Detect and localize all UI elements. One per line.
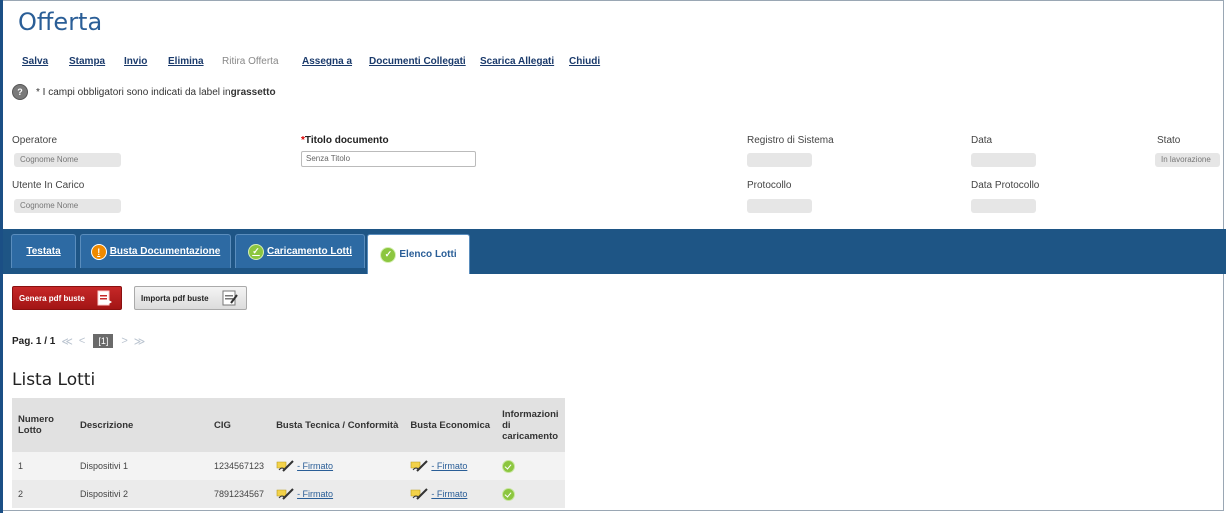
status-ok-icon[interactable]	[502, 459, 516, 473]
table-row: 2 Dispositivi 2 7891234567 - Firmato - F…	[12, 480, 565, 508]
assign-to-link[interactable]: Assegna a	[302, 56, 352, 67]
page-indicator: Pag. 1 / 1	[12, 335, 56, 347]
header-cig: CIG	[208, 398, 271, 452]
registro-field	[747, 153, 812, 167]
firmato-link[interactable]: - Firmato	[431, 461, 467, 471]
header-busta-economica: Busta Economica	[404, 398, 497, 452]
prev-page-button[interactable]: <	[79, 335, 85, 347]
header-descrizione: Descrizione	[74, 398, 208, 452]
protocollo-label: Protocollo	[747, 180, 792, 191]
required-fields-note: ? * I campi obbligatori sono indicati da…	[12, 84, 276, 100]
tab-testata[interactable]: Testata	[11, 234, 76, 268]
stato-field: In lavorazione	[1155, 153, 1220, 167]
save-link[interactable]: Salva	[22, 56, 48, 67]
data-protocollo-field	[971, 199, 1036, 213]
tab-busta-documentazione[interactable]: ! Busta Documentazione	[80, 234, 231, 268]
utente-field: Cognome Nome	[14, 199, 121, 213]
signature-icon	[276, 460, 294, 472]
cell-informazioni	[496, 480, 565, 508]
titolo-label-text: Titolo documento	[304, 135, 389, 146]
protocollo-field	[747, 199, 812, 213]
cell-informazioni	[496, 452, 565, 480]
close-link[interactable]: Chiudi	[569, 56, 600, 67]
stato-label: Stato	[1157, 135, 1181, 146]
operatore-field: Cognome Nome	[14, 153, 121, 167]
table-row: 1 Dispositivi 1 1234567123 - Firmato - F…	[12, 452, 565, 480]
pagination: Pag. 1 / 1 ≪ < [1] > ≫	[12, 334, 145, 348]
cell-busta-economica: - Firmato	[404, 452, 497, 480]
header-informazioni: Informazioni di caricamento	[496, 398, 565, 452]
withdraw-offer-link: Ritira Offerta	[222, 56, 279, 67]
current-page[interactable]: [1]	[93, 334, 114, 348]
firmato-link[interactable]: - Firmato	[297, 461, 333, 471]
info-text: * I campi obbligatori sono indicati da l…	[36, 86, 231, 98]
tab-caricamento-lotti[interactable]: ✓ Caricamento Lotti	[235, 234, 365, 268]
cell-descrizione: Dispositivi 1	[74, 452, 208, 480]
check-icon: ✓	[247, 243, 264, 260]
cell-descrizione: Dispositivi 2	[74, 480, 208, 508]
tab-busta-label: Busta Documentazione	[109, 246, 221, 257]
lotti-table: Numero Lotto Descrizione CIG Busta Tecni…	[12, 398, 565, 508]
last-page-button[interactable]: ≫	[134, 335, 146, 348]
importa-pdf-label: Importa pdf buste	[141, 293, 209, 303]
data-label: Data	[971, 135, 993, 146]
linked-documents-link[interactable]: Documenti Collegati	[369, 56, 466, 67]
registro-label: Registro di Sistema	[747, 135, 834, 146]
titolo-input[interactable]: Senza Titolo	[301, 151, 476, 167]
info-bold: grassetto	[230, 86, 276, 98]
cell-numero: 2	[12, 480, 74, 508]
signature-icon	[411, 460, 429, 472]
next-page-button[interactable]: >	[121, 335, 127, 347]
signature-icon	[276, 488, 294, 500]
cell-cig: 7891234567	[208, 480, 271, 508]
cell-busta-tecnica: - Firmato	[270, 452, 405, 480]
header-numero: Numero Lotto	[12, 398, 74, 452]
tab-caricamento-label: Caricamento Lotti	[266, 246, 352, 257]
utente-label: Utente In Carico	[12, 180, 85, 191]
info-icon: ?	[12, 84, 28, 100]
print-link[interactable]: Stampa	[69, 56, 105, 67]
pdf-icon	[97, 290, 112, 306]
warning-icon: !	[90, 243, 107, 260]
data-field	[971, 153, 1036, 167]
page-title: Offerta	[18, 8, 103, 36]
download-attachments-link[interactable]: Scarica Allegati	[480, 56, 554, 67]
titolo-label: *Titolo documento	[301, 135, 389, 146]
importa-pdf-button[interactable]: Importa pdf buste	[134, 286, 247, 310]
genera-pdf-button[interactable]: Genera pdf buste	[12, 286, 122, 310]
import-pdf-icon	[222, 290, 238, 306]
cell-busta-tecnica: - Firmato	[270, 480, 405, 508]
cell-busta-economica: - Firmato	[404, 480, 497, 508]
firmato-link[interactable]: - Firmato	[297, 489, 333, 499]
genera-pdf-label: Genera pdf buste	[19, 293, 85, 303]
cell-numero: 1	[12, 452, 74, 480]
status-ok-icon[interactable]	[502, 487, 516, 501]
tab-bar: Testata ! Busta Documentazione ✓ Caricamen…	[3, 229, 1226, 274]
check-icon: ✓	[380, 246, 397, 263]
lotti-title: Lista Lotti	[12, 370, 96, 390]
data-protocollo-label: Data Protocollo	[971, 180, 1040, 191]
tab-elenco-lotti[interactable]: ✓ Elenco Lotti	[367, 234, 470, 274]
send-link[interactable]: Invio	[124, 56, 147, 67]
header-busta-tecnica: Busta Tecnica / Conformità	[270, 398, 405, 452]
firmato-link[interactable]: - Firmato	[431, 489, 467, 499]
tab-elenco-label: Elenco Lotti	[399, 249, 457, 260]
delete-link[interactable]: Elimina	[168, 56, 204, 67]
cell-cig: 1234567123	[208, 452, 271, 480]
signature-icon	[411, 488, 429, 500]
tab-testata-label: Testata	[26, 246, 61, 257]
first-page-button[interactable]: ≪	[61, 335, 73, 348]
operatore-label: Operatore	[12, 135, 58, 146]
